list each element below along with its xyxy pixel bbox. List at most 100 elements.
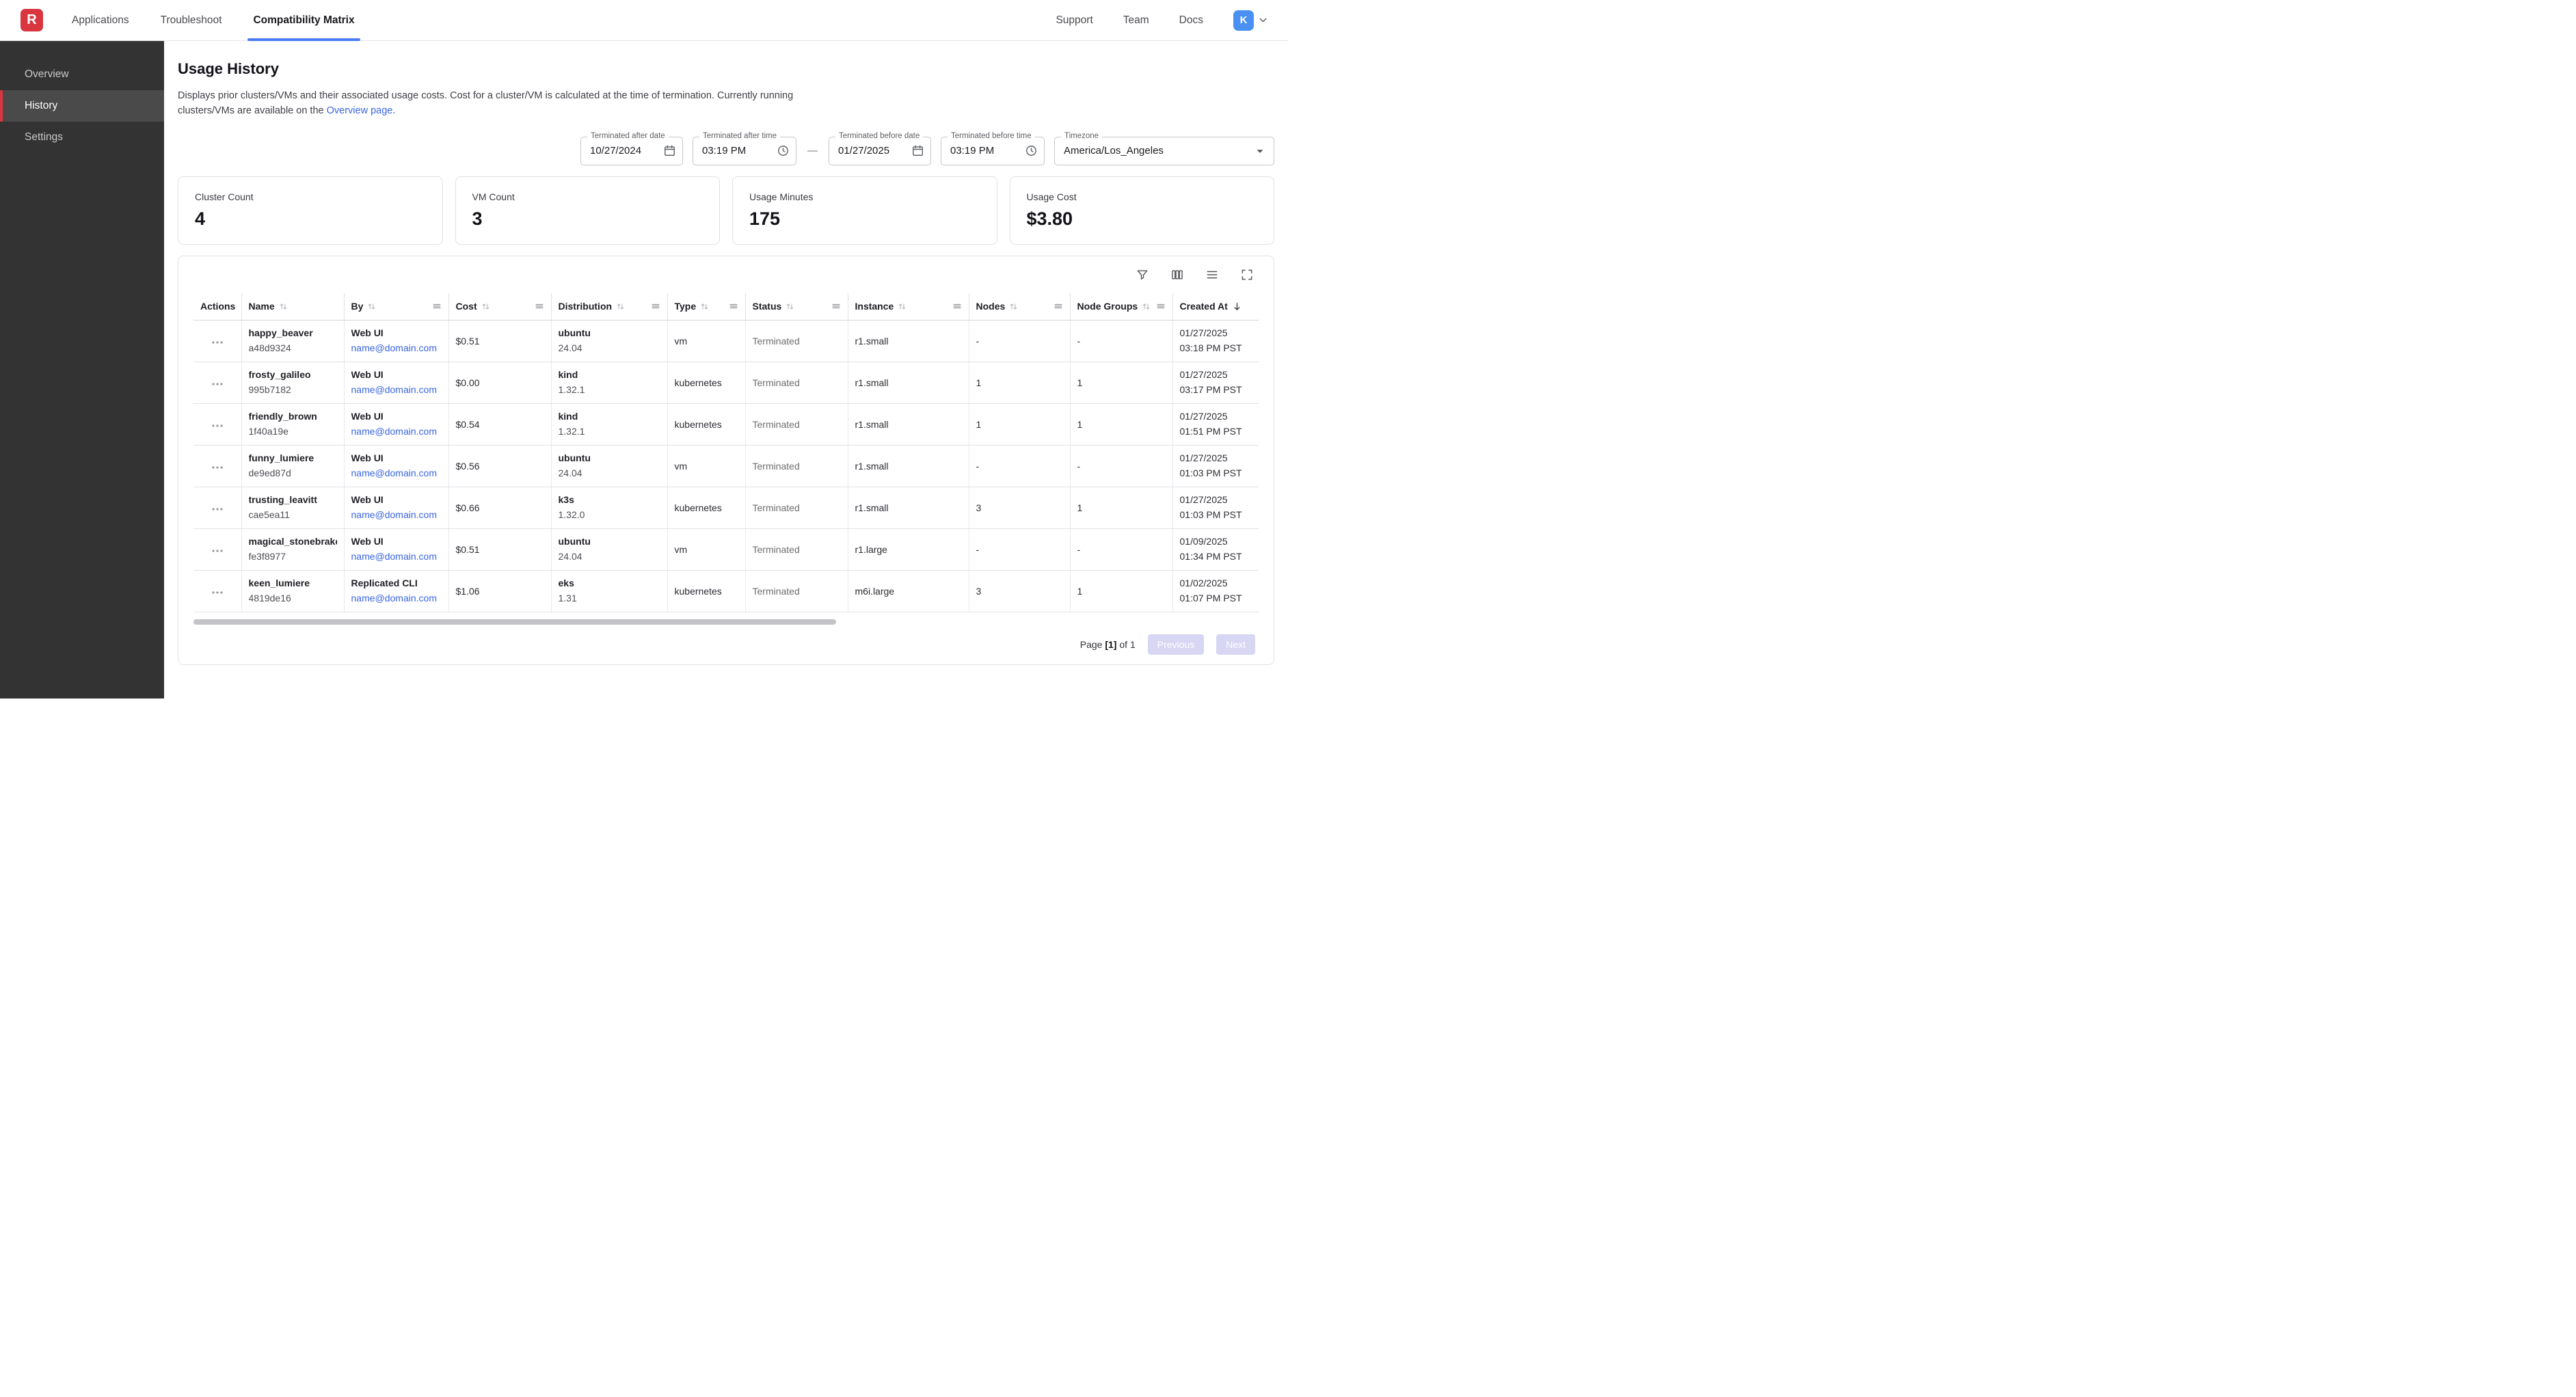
terminated-before-time-field[interactable]: Terminated before time 03:19 PM bbox=[941, 137, 1045, 165]
field-value[interactable]: 03:19 PM bbox=[950, 145, 1019, 157]
column-header[interactable]: Node Groups bbox=[1070, 293, 1172, 321]
sidebar-item-overview[interactable]: Overview bbox=[0, 59, 164, 90]
status-badge: Terminated bbox=[753, 461, 800, 472]
stat-card-vm-count: VM Count 3 bbox=[455, 176, 721, 245]
created-by-email-link[interactable]: name@domain.com bbox=[351, 383, 442, 397]
cluster-name: friendly_brown bbox=[249, 410, 337, 424]
type-value: vm bbox=[675, 461, 688, 472]
column-header[interactable]: Nodes bbox=[969, 293, 1070, 321]
overview-page-link[interactable]: Overview page bbox=[327, 105, 393, 116]
nav-item-docs[interactable]: Docs bbox=[1179, 14, 1203, 27]
created-time: 03:17 PM PST bbox=[1180, 383, 1252, 397]
distribution-name: kind bbox=[559, 368, 660, 382]
pagination: Page [1] of 1 Previous Next bbox=[178, 625, 1274, 659]
terminated-after-date-field[interactable]: Terminated after date 10/27/2024 bbox=[580, 137, 683, 165]
field-value[interactable]: 10/27/2024 bbox=[590, 145, 658, 157]
column-header[interactable]: Status bbox=[745, 293, 848, 321]
calendar-icon[interactable] bbox=[663, 144, 676, 157]
column-header[interactable]: Name bbox=[241, 293, 344, 321]
row-actions-button[interactable] bbox=[207, 374, 228, 392]
row-actions-button[interactable] bbox=[207, 332, 228, 351]
column-menu-icon[interactable] bbox=[535, 301, 544, 311]
created-by-source: Web UI bbox=[351, 493, 442, 507]
column-menu-icon[interactable] bbox=[1156, 301, 1166, 311]
column-header[interactable]: Type bbox=[667, 293, 745, 321]
column-menu-icon[interactable] bbox=[651, 301, 660, 311]
created-by-email-link[interactable]: name@domain.com bbox=[351, 467, 442, 480]
brand-logo[interactable]: R bbox=[21, 9, 43, 31]
sort-icon[interactable] bbox=[898, 302, 907, 311]
node-groups-count: - bbox=[1077, 544, 1081, 555]
column-menu-icon[interactable] bbox=[831, 301, 841, 311]
row-actions-button[interactable] bbox=[207, 499, 228, 517]
stat-label: VM Count bbox=[472, 191, 703, 202]
clock-icon[interactable] bbox=[1025, 144, 1038, 157]
field-value[interactable]: 01/27/2025 bbox=[838, 145, 906, 157]
nav-item-support[interactable]: Support bbox=[1056, 14, 1092, 27]
sidebar-item-history[interactable]: History bbox=[0, 90, 164, 122]
user-menu[interactable]: K bbox=[1233, 10, 1269, 31]
column-header[interactable]: Instance bbox=[848, 293, 969, 321]
created-by-email-link[interactable]: name@domain.com bbox=[351, 342, 442, 355]
terminated-after-time-field[interactable]: Terminated after time 03:19 PM bbox=[693, 137, 796, 165]
distribution-version: 1.32.1 bbox=[559, 425, 660, 439]
sorted-desc-icon[interactable] bbox=[1232, 301, 1242, 312]
field-label: Terminated before date bbox=[835, 132, 923, 140]
timezone-select[interactable]: Timezone America/Los_Angeles bbox=[1054, 137, 1274, 165]
sort-icon[interactable] bbox=[700, 302, 709, 311]
sort-icon[interactable] bbox=[367, 302, 376, 311]
previous-page-button[interactable]: Previous bbox=[1148, 634, 1204, 655]
nav-item-compatibility-matrix[interactable]: Compatibility Matrix bbox=[253, 0, 354, 41]
row-actions-button[interactable] bbox=[207, 416, 228, 434]
avatar[interactable]: K bbox=[1233, 10, 1254, 31]
sidebar-item-settings[interactable]: Settings bbox=[0, 122, 164, 153]
status-badge: Terminated bbox=[753, 586, 800, 597]
nodes-count: 1 bbox=[976, 377, 982, 388]
created-by-email-link[interactable]: name@domain.com bbox=[351, 592, 442, 606]
node-groups-count: 1 bbox=[1077, 586, 1083, 597]
density-icon[interactable] bbox=[1204, 267, 1220, 283]
nav-item-applications[interactable]: Applications bbox=[72, 0, 129, 41]
column-header[interactable]: Cost bbox=[448, 293, 551, 321]
filter-icon[interactable] bbox=[1134, 267, 1151, 283]
dropdown-arrow-icon[interactable] bbox=[1252, 144, 1267, 159]
column-menu-icon[interactable] bbox=[952, 301, 962, 311]
sort-icon[interactable] bbox=[481, 302, 490, 311]
calendar-icon[interactable] bbox=[911, 144, 924, 157]
nav-item-troubleshoot[interactable]: Troubleshoot bbox=[161, 0, 222, 41]
created-by-email-link[interactable]: name@domain.com bbox=[351, 508, 442, 522]
column-menu-icon[interactable] bbox=[432, 301, 442, 311]
sort-icon[interactable] bbox=[1142, 302, 1151, 311]
row-actions-button[interactable] bbox=[207, 457, 228, 476]
column-header[interactable]: By bbox=[344, 293, 448, 321]
created-by-email-link[interactable]: name@domain.com bbox=[351, 425, 442, 439]
next-page-button[interactable]: Next bbox=[1216, 634, 1255, 655]
columns-icon[interactable] bbox=[1169, 267, 1185, 283]
created-by-email-link[interactable]: name@domain.com bbox=[351, 550, 442, 564]
column-header[interactable]: Created At bbox=[1172, 293, 1259, 321]
sort-icon[interactable] bbox=[279, 302, 288, 311]
row-actions-button[interactable] bbox=[207, 582, 228, 601]
column-menu-icon[interactable] bbox=[1054, 301, 1063, 311]
nav-item-team[interactable]: Team bbox=[1123, 14, 1149, 27]
field-value[interactable]: America/Los_Angeles bbox=[1064, 145, 1247, 157]
horizontal-scrollbar[interactable] bbox=[193, 619, 836, 625]
sort-icon[interactable] bbox=[616, 302, 625, 311]
field-value[interactable]: 03:19 PM bbox=[702, 145, 771, 157]
nav-item-label: Docs bbox=[1179, 14, 1203, 27]
clock-icon[interactable] bbox=[777, 144, 790, 157]
column-menu-icon[interactable] bbox=[729, 301, 738, 311]
row-actions-button[interactable] bbox=[207, 541, 228, 559]
node-groups-count: 1 bbox=[1077, 419, 1083, 430]
created-time: 01:03 PM PST bbox=[1180, 467, 1252, 480]
sort-icon[interactable] bbox=[1009, 302, 1018, 311]
terminated-before-date-field[interactable]: Terminated before date 01/27/2025 bbox=[829, 137, 931, 165]
fullscreen-icon[interactable] bbox=[1239, 267, 1255, 283]
status-badge: Terminated bbox=[753, 336, 800, 347]
column-header[interactable]: Actions bbox=[193, 293, 241, 321]
created-by-source: Web UI bbox=[351, 452, 442, 465]
sort-icon[interactable] bbox=[786, 302, 794, 311]
chevron-down-icon[interactable] bbox=[1257, 14, 1269, 26]
column-header[interactable]: Distribution bbox=[551, 293, 667, 321]
secondary-nav: Support Team Docs K bbox=[1056, 10, 1269, 31]
